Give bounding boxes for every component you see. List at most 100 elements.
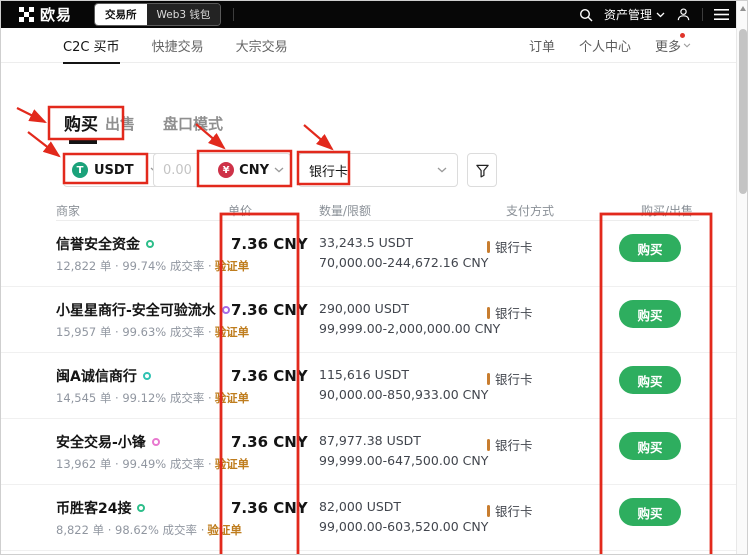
topbar-divider	[702, 8, 703, 21]
payment-method-label: 银行卡	[495, 237, 533, 256]
tab-sell[interactable]: 出售	[105, 113, 135, 134]
verified-order-tag: 验证单	[215, 391, 250, 405]
active-tab-underline	[69, 140, 97, 144]
search-icon[interactable]	[579, 8, 593, 22]
col-header-amount-limit: 数量/限额	[319, 202, 371, 219]
merchant-stats: 15,957 单 · 99.63% 成交率 ·	[56, 325, 212, 339]
secondary-links: 订单 个人中心 更多	[529, 36, 691, 55]
table-row: 小星星商行-安全可验流水 15,957 单 · 99.63% 成交率 ·验证单 …	[1, 287, 737, 353]
payment-method-icon	[487, 505, 490, 517]
menu-icon[interactable]	[714, 9, 729, 20]
verified-order-tag: 验证单	[215, 457, 250, 471]
verified-order-tag: 验证单	[215, 325, 250, 339]
available-amount: 87,977.38 USDT	[319, 433, 421, 448]
toggle-web3-wallet[interactable]: Web3 钱包	[147, 4, 221, 25]
payment-method-label: 银行卡	[495, 501, 533, 520]
merchant-name[interactable]: 信誉安全资金	[56, 234, 140, 254]
amount-field: ¥ CNY	[153, 153, 291, 187]
more-label: 更多	[655, 36, 681, 55]
table-row: 闽A诚信商行 14,545 单 · 99.12% 成交率 ·验证单 7.36 C…	[1, 353, 737, 419]
table-row: 币胜客24接 8,822 单 · 98.62% 成交率 ·验证单 7.36 CN…	[1, 485, 737, 551]
chevron-down-icon	[656, 12, 665, 18]
merchant-badge-icon	[222, 306, 230, 314]
asset-management-menu[interactable]: 资产管理	[604, 6, 665, 23]
tab-c2c-buy[interactable]: C2C 买币	[63, 36, 120, 55]
verified-order-tag: 验证单	[207, 523, 242, 537]
limit-range: 99,999.00-647,500.00 CNY	[319, 453, 488, 468]
merchant-stats: 12,822 单 · 99.74% 成交率 ·	[56, 259, 212, 273]
merchant-stats: 13,962 单 · 99.49% 成交率 ·	[56, 457, 212, 471]
available-amount: 82,000 USDT	[319, 499, 401, 514]
merchant-name[interactable]: 闽A诚信商行	[56, 366, 137, 386]
limit-range: 90,000.00-850,933.00 CNY	[319, 387, 488, 402]
payment-method-label: 银行卡	[495, 435, 533, 454]
tab-orderbook-mode[interactable]: 盘口模式	[163, 113, 223, 134]
buy-button[interactable]: 购买	[619, 234, 681, 262]
okx-logo-icon	[19, 7, 34, 22]
asset-management-label: 资产管理	[604, 6, 652, 23]
okx-logo[interactable]: 欧易	[19, 4, 72, 25]
limit-range: 99,000.00-603,520.00 CNY	[319, 519, 488, 534]
merchant-badge-icon	[152, 438, 160, 446]
amount-input[interactable]	[163, 163, 205, 178]
annotation-arrow-usdt	[28, 132, 59, 156]
buy-button[interactable]: 购买	[619, 432, 681, 460]
payment-method-icon	[487, 241, 490, 253]
topbar-right: 资产管理	[579, 6, 729, 23]
col-header-payment: 支付方式	[506, 202, 554, 219]
exchange-web3-toggle: 交易所 Web3 钱包	[94, 3, 221, 26]
user-icon[interactable]	[676, 7, 691, 22]
unit-price: 7.36 CNY	[231, 433, 308, 451]
profile-link[interactable]: 个人中心	[579, 36, 631, 55]
cny-icon: ¥	[218, 162, 234, 178]
filter-button[interactable]	[467, 153, 497, 187]
merchant-badge-icon	[143, 372, 151, 380]
payment-method-value: 银行卡	[309, 161, 348, 180]
merchant-badge-icon	[137, 504, 145, 512]
tab-quick-trade[interactable]: 快捷交易	[152, 36, 204, 55]
orders-link[interactable]: 订单	[529, 36, 555, 55]
topbar-divider	[233, 8, 234, 21]
buy-button[interactable]: 购买	[619, 300, 681, 328]
fiat-select-value: CNY	[239, 163, 269, 178]
payment-method-icon	[487, 439, 490, 451]
logo-text: 欧易	[40, 4, 72, 25]
merchant-name[interactable]: 币胜客24接	[56, 498, 131, 518]
offer-table-body: 信誉安全资金 12,822 单 · 99.74% 成交率 · 验证单 7.36 C…	[1, 221, 737, 551]
notification-dot	[680, 33, 685, 38]
available-amount: 33,243.5 USDT	[319, 235, 413, 250]
unit-price: 7.36 CNY	[231, 367, 308, 385]
limit-range: 99,999.00-2,000,000.00 CNY	[319, 321, 500, 336]
tab-block-trade[interactable]: 大宗交易	[236, 36, 288, 55]
buy-button[interactable]: 购买	[619, 366, 681, 394]
top-navbar: 欧易 交易所 Web3 钱包 资产管理	[1, 1, 738, 28]
merchant-name[interactable]: 安全交易-小锋	[56, 432, 146, 452]
annotation-arrow-bank-card	[304, 125, 332, 149]
chevron-down-icon	[683, 43, 691, 48]
toggle-exchange[interactable]: 交易所	[95, 4, 147, 25]
secondary-tabs: C2C 买币 快捷交易 大宗交易	[63, 36, 288, 55]
payment-method-select[interactable]: 银行卡	[298, 153, 458, 187]
tab-buy[interactable]: 购买	[64, 110, 98, 135]
scrollbar-up-arrow-icon[interactable]	[740, 6, 746, 11]
fiat-select[interactable]: ¥ CNY	[218, 162, 284, 178]
merchant-name[interactable]: 小星星商行-安全可验流水	[56, 300, 216, 320]
secondary-navbar: C2C 买币 快捷交易 大宗交易 订单 个人中心 更多	[1, 28, 737, 63]
unit-price: 7.36 CNY	[231, 235, 308, 253]
chevron-down-icon	[274, 167, 284, 173]
col-header-buy-sell: 购买/出售	[641, 202, 693, 219]
table-row: 信誉安全资金 12,822 单 · 99.74% 成交率 ·验证单 7.36 C…	[1, 221, 737, 287]
annotation-arrow-buy-tab	[17, 108, 45, 122]
more-link[interactable]: 更多	[655, 36, 691, 55]
available-amount: 115,616 USDT	[319, 367, 409, 382]
buy-button[interactable]: 购买	[619, 498, 681, 526]
merchant-badge-icon	[146, 240, 154, 248]
unit-price: 7.36 CNY	[231, 499, 308, 517]
funnel-icon	[475, 163, 490, 178]
payment-method-icon	[487, 373, 490, 385]
page-scrollbar[interactable]	[736, 1, 748, 555]
payment-method-icon	[487, 307, 490, 319]
chevron-down-icon	[437, 167, 447, 173]
scrollbar-thumb[interactable]	[739, 29, 747, 194]
unit-price: 7.36 CNY	[231, 301, 308, 319]
